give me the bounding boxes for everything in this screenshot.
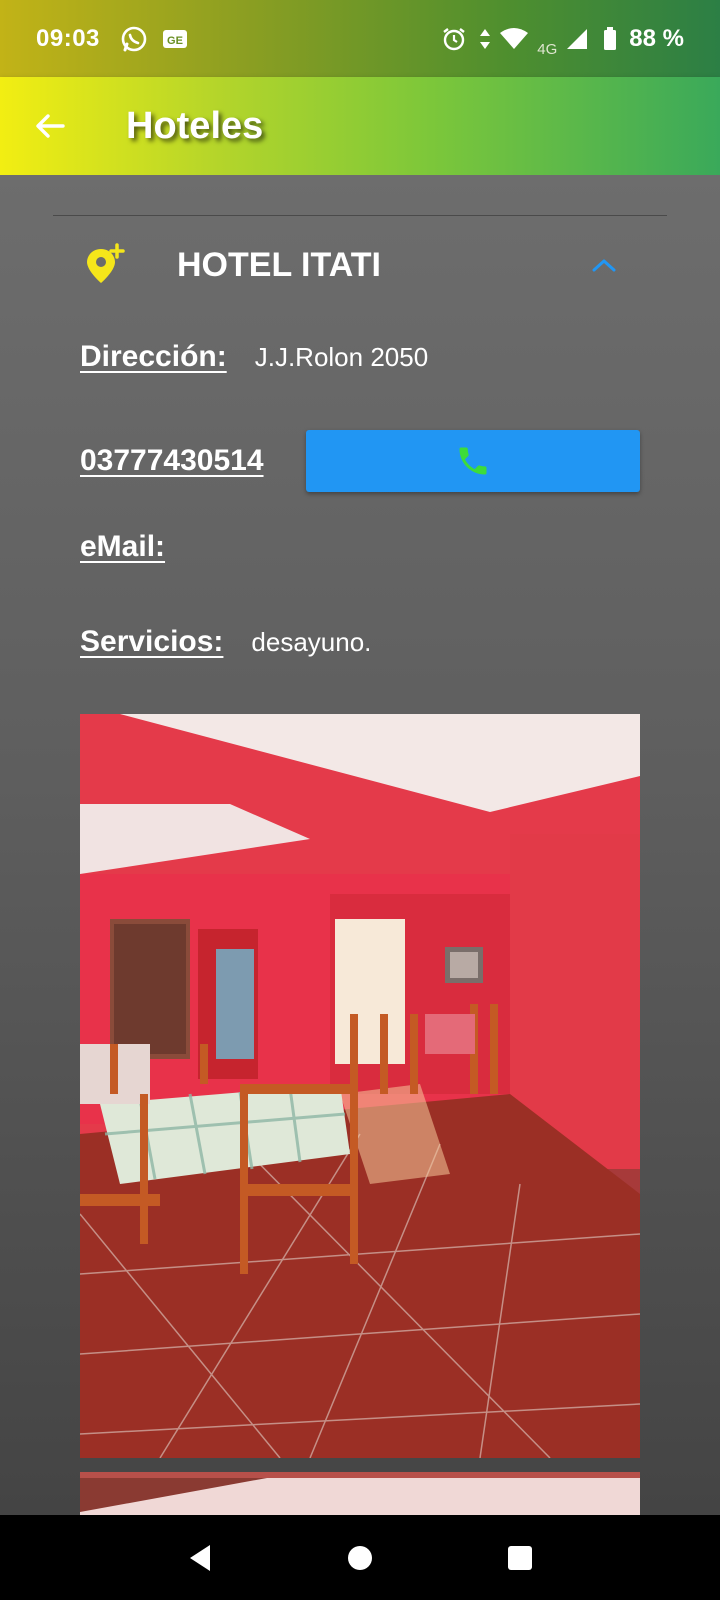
services-label: Servicios:	[80, 625, 224, 658]
nav-recents-button[interactable]	[500, 1538, 540, 1578]
battery-icon	[603, 26, 617, 51]
hotel-photo	[80, 1472, 640, 1515]
page-title: Hoteles	[126, 104, 264, 147]
nav-back-icon	[190, 1544, 210, 1571]
phone-number[interactable]: 03777430514	[80, 444, 264, 478]
chevron-up-icon[interactable]	[589, 250, 619, 280]
battery-level: 88 %	[629, 24, 684, 52]
address-row: Dirección: J.J.Rolon 2050	[80, 340, 428, 374]
email-label: eMail:	[80, 530, 166, 563]
address-value: J.J.Rolon 2050	[254, 341, 429, 372]
whatsapp-icon	[120, 25, 148, 53]
services-row: Servicios: desayuno.	[80, 625, 371, 659]
nav-recents-icon	[508, 1545, 532, 1570]
services-value: desayuno.	[251, 626, 372, 657]
status-bar: 09:03 GE 4G 88 %	[0, 0, 720, 77]
hotel-detail: HOTEL ITATI Dirección: J.J.Rolon 2050 03…	[0, 175, 720, 1515]
call-button[interactable]	[306, 430, 640, 492]
status-time: 09:03	[36, 24, 100, 52]
hotel-header[interactable]: HOTEL ITATI	[53, 230, 667, 300]
ge-icon: GE	[162, 29, 188, 49]
app-bar: Hoteles	[0, 77, 720, 175]
address-label: Dirección:	[80, 340, 227, 373]
hotel-photo	[80, 714, 640, 1458]
phone-icon	[459, 447, 487, 475]
email-row: eMail:	[80, 530, 193, 564]
navigation-bar	[0, 1515, 720, 1600]
nav-back-button[interactable]	[180, 1538, 220, 1578]
phone-row: 03777430514	[80, 430, 264, 492]
divider	[53, 215, 667, 216]
nav-home-button[interactable]	[340, 1538, 380, 1578]
hotel-name: HOTEL ITATI	[177, 245, 381, 284]
add-location-icon	[87, 243, 125, 283]
back-button[interactable]	[26, 102, 74, 150]
nav-home-icon	[348, 1545, 372, 1570]
network-type: 4G	[537, 41, 558, 58]
signal-icon	[565, 27, 589, 51]
svg-text:GE: GE	[167, 35, 183, 47]
wifi-icon	[499, 27, 529, 51]
arrow-back-icon	[36, 114, 65, 138]
alarm-icon	[441, 26, 467, 52]
header: 09:03 GE 4G 88 % Hoteles	[0, 0, 720, 175]
data-arrows-icon	[479, 28, 491, 50]
